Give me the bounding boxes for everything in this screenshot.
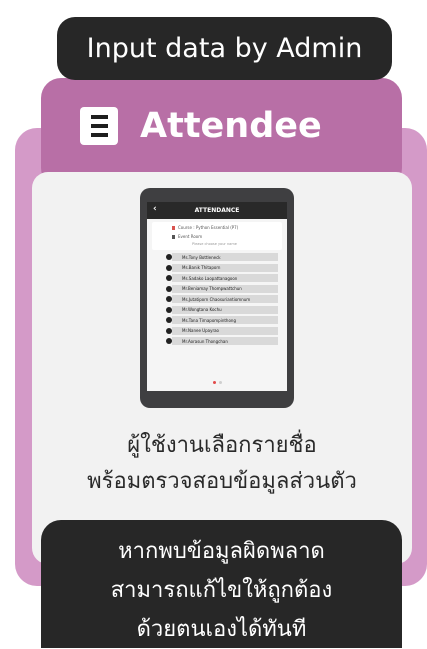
attendee-row[interactable]: Mr.Nanee Upayrao	[166, 326, 278, 335]
attendee-name: Ms.Tony Bottleneck	[182, 254, 221, 260]
attendee-name: Ms.Sadako Laopattanagoon	[182, 275, 238, 281]
attendee-name: Mr.Beniamay Thompwattchun	[182, 286, 242, 291]
attendee-row[interactable]: Mr.Wongtana Kochu	[166, 305, 278, 314]
course-icon	[172, 225, 175, 230]
person-icon	[166, 338, 172, 344]
attendee-name: Ms.Jutatiporn Chaosuriantiomnum	[182, 296, 251, 302]
event-line: Event Room	[172, 234, 202, 239]
description: ผู้ใช้งานเลือกรายชื่อ พร้อมตรวจสอบข้อมูล…	[32, 428, 412, 500]
note-line-2: สามารถแก้ไขให้ถูกต้อง	[110, 578, 333, 603]
page-indicator	[147, 381, 287, 384]
note-box: หากพบข้อมูลผิดพลาด สามารถแก้ไขให้ถูกต้อง…	[41, 520, 402, 648]
menu-icon	[80, 107, 118, 145]
attendee-name: Ms.Tana Tirnapompinthong	[182, 317, 236, 323]
back-arrow-icon[interactable]: ‹	[153, 205, 157, 214]
tablet-mockup: ‹ ATTENDANCE Course : Python Essential (…	[140, 188, 294, 408]
person-icon	[166, 327, 172, 334]
description-line-1: ผู้ใช้งานเลือกรายชื่อ	[127, 433, 317, 458]
note-line-1: หากพบข้อมูลผิดพลาด	[118, 539, 325, 564]
person-icon	[166, 275, 172, 281]
page-title: Input data by Admin	[86, 33, 363, 64]
attendee-name: Mr.Wongtana Kochu	[182, 307, 222, 312]
attendee-name: Ms.Banik Thitaporn	[182, 265, 221, 270]
course-line: Course : Python Essential (P7)	[172, 225, 238, 230]
course-text: Course : Python Essential (P7)	[178, 225, 239, 230]
attendee-row[interactable]: Ms.Tony Bottleneck	[166, 253, 278, 261]
attendee-row[interactable]: Ms.Sadako Laopattanagoon	[166, 274, 278, 282]
page-title-banner: Input data by Admin	[57, 17, 392, 80]
tablet-screen: ‹ ATTENDANCE Course : Python Essential (…	[147, 202, 287, 391]
attendee-row[interactable]: Mr.Beniamay Thompwattchun	[166, 284, 278, 293]
attendee-row[interactable]: Ms.Tana Tirnapompinthong	[166, 316, 278, 324]
person-icon	[166, 296, 172, 302]
choose-hint: Please choose your name	[192, 242, 237, 246]
course-info-box: Course : Python Essential (P7) Event Roo…	[152, 222, 282, 250]
event-text: Event Room	[178, 234, 203, 239]
attendee-name: Mr.Aorasun Thongchan	[182, 338, 228, 344]
description-line-2: พร้อมตรวจสอบข้อมูลส่วนตัว	[87, 469, 357, 494]
note-line-3: ด้วยตนเองได้ทันที	[136, 617, 307, 642]
person-icon	[166, 264, 172, 271]
person-icon	[166, 254, 172, 260]
attendee-row[interactable]: Mr.Aorasun Thongchan	[166, 337, 278, 345]
person-icon	[166, 317, 172, 323]
attendee-row[interactable]: Ms.Jutatiporn Chaosuriantiomnum	[166, 295, 278, 303]
page-dot	[218, 381, 222, 384]
section-title: Attendee	[80, 98, 322, 154]
attendee-row[interactable]: Ms.Banik Thitaporn	[166, 263, 278, 272]
room-icon	[172, 234, 175, 239]
page-dot-active	[212, 381, 216, 384]
person-icon	[166, 285, 172, 292]
person-icon	[166, 306, 172, 313]
app-topbar: ‹ ATTENDANCE	[147, 202, 287, 219]
screen-title: ATTENDANCE	[194, 207, 240, 214]
attendee-name: Mr.Nanee Upayrao	[182, 328, 219, 333]
section-title-text: Attendee	[140, 106, 322, 146]
